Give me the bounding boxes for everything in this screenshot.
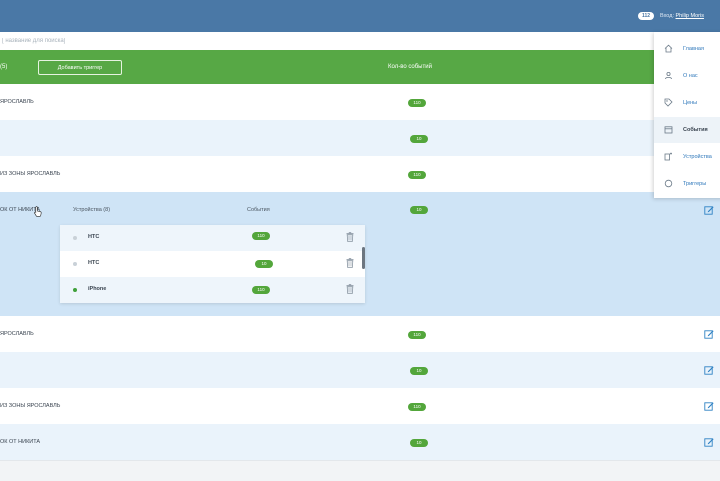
add-trigger-button[interactable]: Добавить триггер xyxy=(38,60,122,75)
hand-cursor-icon xyxy=(34,206,42,217)
table-header: (5) Добавить триггер Кол-во событий xyxy=(0,50,720,84)
top-bar: 112 Вход: Philip Moris xyxy=(0,0,720,32)
menu-item-label: События xyxy=(683,127,708,133)
notification-badge[interactable]: 112 xyxy=(638,12,655,20)
trigger-icon xyxy=(664,179,673,188)
user-info: Вход: Philip Moris xyxy=(660,12,704,20)
device-status-dot xyxy=(73,288,77,292)
table-row[interactable]: ИЗ ЗОНЫ ЯРОСЛАВЛЬ 110 xyxy=(0,156,720,192)
menu-item-devices[interactable]: Устройства xyxy=(654,144,720,170)
device-status-dot xyxy=(73,236,77,240)
device-event-count: 10 xyxy=(255,260,273,268)
device-event-count: 110 xyxy=(252,286,270,294)
subtable-scrollbar[interactable] xyxy=(362,247,365,269)
table-row[interactable]: 10 xyxy=(0,120,720,156)
menu-item-about[interactable]: О нас xyxy=(654,63,720,89)
menu-item-label: Цены xyxy=(683,100,698,106)
edit-icon[interactable] xyxy=(704,205,714,215)
edit-icon[interactable] xyxy=(704,329,714,339)
user-name-link[interactable]: Philip Moris xyxy=(676,13,704,19)
menu-item-home[interactable]: Главная xyxy=(654,36,720,62)
row-name: ИЗ ЗОНЫ ЯРОСЛАВЛЬ xyxy=(0,171,61,177)
calendar-icon xyxy=(664,125,673,134)
menu-item-prices[interactable]: Цены xyxy=(654,90,720,116)
row-name: ЯРОСЛАВЛЬ xyxy=(0,99,34,105)
event-count-badge: 10 xyxy=(410,135,428,143)
page-footer xyxy=(0,460,720,481)
edit-icon[interactable] xyxy=(704,365,714,375)
header-column-event-count: Кол-во событий xyxy=(388,64,432,70)
menu-item-label: О нас xyxy=(683,73,698,79)
navigation-menu: Главная О нас Цены События Устройства Тр… xyxy=(654,32,720,198)
event-count-badge: 110 xyxy=(408,171,426,179)
event-count-badge: 10 xyxy=(410,206,428,214)
menu-item-label: Главная xyxy=(683,46,704,52)
search-bar xyxy=(0,32,720,51)
tag-icon xyxy=(664,98,673,107)
device-row[interactable]: HTC 10 xyxy=(60,251,365,277)
user-prefix: Вход: xyxy=(660,13,674,19)
row-name: ИЗ ЗОНЫ ЯРОСЛАВЛЬ xyxy=(0,403,61,409)
trash-icon[interactable] xyxy=(346,284,354,294)
menu-item-triggers[interactable]: Триггеры xyxy=(654,171,720,197)
devices-icon xyxy=(664,152,673,161)
search-input[interactable] xyxy=(0,32,642,50)
menu-item-events[interactable]: События xyxy=(654,117,720,143)
table-row[interactable]: ИЗ ЗОНЫ ЯРОСЛАВЛЬ 110 xyxy=(0,388,720,424)
home-icon xyxy=(664,44,673,53)
table-row[interactable]: ЯРОСЛАВЛЬ 110 xyxy=(0,316,720,352)
device-name: HTC xyxy=(88,234,100,240)
event-count-badge: 110 xyxy=(408,331,426,339)
header-column-name: (5) xyxy=(0,64,8,70)
device-name: iPhone xyxy=(88,286,107,292)
trash-icon[interactable] xyxy=(346,232,354,242)
menu-item-label: Устройства xyxy=(683,154,712,160)
event-count-badge: 110 xyxy=(408,99,426,107)
device-status-dot xyxy=(73,262,77,266)
subtable-header-devices: Устройства (8) xyxy=(73,207,111,213)
subtable-header-events: События xyxy=(247,207,270,213)
table-row[interactable]: ЯРОСЛАВЛЬ 110 xyxy=(0,84,720,120)
menu-item-label: Триггеры xyxy=(683,181,707,187)
event-count-badge: 10 xyxy=(410,367,428,375)
trash-icon[interactable] xyxy=(346,258,354,268)
event-count-badge: 110 xyxy=(408,403,426,411)
people-icon xyxy=(664,71,673,80)
event-count-badge: 10 xyxy=(410,439,428,447)
device-name: HTC xyxy=(88,260,100,266)
table-row[interactable]: 10 xyxy=(0,352,720,388)
devices-subtable: HTC 110 HTC 10 iPhone 110 xyxy=(60,225,365,303)
row-name: ЯРОСЛАВЛЬ xyxy=(0,331,34,337)
edit-icon[interactable] xyxy=(704,437,714,447)
edit-icon[interactable] xyxy=(704,401,714,411)
device-row[interactable]: HTC 110 xyxy=(60,225,365,251)
table-row[interactable]: ОК ОТ НИКИТА 10 xyxy=(0,424,720,460)
device-row[interactable]: iPhone 110 xyxy=(60,277,365,303)
row-name: ОК ОТ НИКИТА xyxy=(0,439,41,445)
device-event-count: 110 xyxy=(252,232,270,240)
